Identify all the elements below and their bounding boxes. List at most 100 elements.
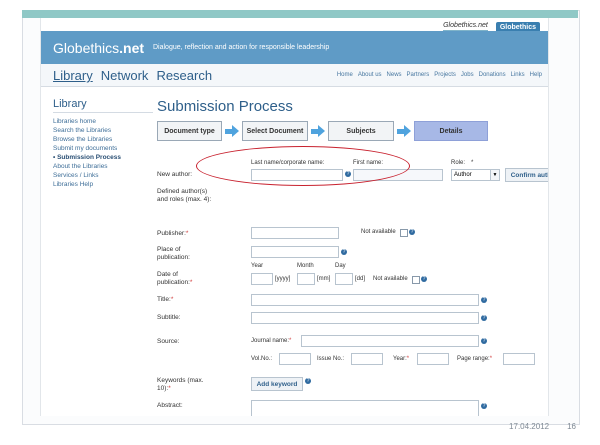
subtitle-input[interactable] — [251, 312, 479, 324]
source-label: Source: — [157, 338, 180, 345]
publisher-help-icon[interactable]: ? — [409, 229, 415, 235]
nav-jobs[interactable]: Jobs — [461, 72, 474, 78]
red-highlight-oval — [196, 146, 410, 186]
source-year-text: Year: — [393, 356, 407, 362]
step-details[interactable]: Details — [414, 121, 488, 141]
abstract-textarea[interactable] — [251, 400, 479, 416]
slide-date: 17.04.2012 — [509, 422, 550, 431]
site-tagline: Dialogue, reflection and action for resp… — [153, 44, 330, 51]
publisher-not-available-label: Not available — [361, 229, 396, 235]
step-subjects[interactable]: Subjects — [328, 121, 394, 141]
date-year-input[interactable] — [251, 273, 273, 285]
publisher-label: Publisher:* — [157, 230, 189, 237]
nav-help[interactable]: Help — [530, 72, 542, 78]
date-label: Date of publication:* — [157, 271, 193, 286]
sidebar-item-submit[interactable]: Submit my documents — [53, 144, 153, 153]
step-arrow-icon — [311, 125, 325, 137]
nav-links[interactable]: Links — [511, 72, 525, 78]
journal-name-text: Journal name: — [251, 338, 290, 344]
library-sidebar: Library Libraries home Search the Librar… — [53, 98, 153, 189]
slide-footer: 17.04.2012 16 — [509, 422, 576, 431]
nav-news[interactable]: News — [387, 72, 402, 78]
step-select-document[interactable]: Select Document — [242, 121, 308, 141]
subtitle-help-icon[interactable]: ? — [481, 315, 487, 321]
nav-projects[interactable]: Projects — [434, 72, 456, 78]
sidebar-item-libraries-home[interactable]: Libraries home — [53, 117, 153, 126]
date-day-label: Day — [335, 263, 346, 269]
date-not-available-label: Not available — [373, 276, 408, 282]
role-select[interactable]: Author — [451, 169, 491, 181]
source-year-input[interactable] — [417, 353, 449, 365]
step-arrow-icon — [397, 125, 411, 137]
title-input[interactable] — [251, 294, 479, 306]
place-help-icon[interactable]: ? — [341, 249, 347, 255]
place-input[interactable] — [251, 246, 339, 258]
date-day-input[interactable] — [335, 273, 353, 285]
date-help-icon[interactable]: ? — [421, 276, 427, 282]
date-yyyy-hint: [yyyy] — [275, 276, 291, 282]
date-mm-hint: [mm] — [317, 276, 331, 282]
title-label: Title:* — [157, 296, 174, 303]
submission-main: Submission Process Document type Select … — [157, 98, 548, 416]
role-label: Role: — [451, 160, 466, 166]
page-range-input[interactable] — [503, 353, 535, 365]
website-screenshot: Globethics.net Globethics Globethics.net… — [40, 18, 549, 416]
slide-page-number: 16 — [567, 422, 576, 431]
confirm-authors-button[interactable]: Confirm authors — [505, 168, 548, 182]
keywords-help-icon[interactable]: ? — [305, 378, 311, 384]
nav-research[interactable]: Research — [156, 68, 212, 83]
nav-library[interactable]: Library — [53, 68, 93, 83]
publisher-input[interactable] — [251, 227, 339, 239]
page-range-label: Page range:* — [457, 356, 493, 362]
publisher-not-available-checkbox[interactable] — [400, 229, 408, 237]
keywords-label: Keywords (max. 10):* — [157, 377, 204, 392]
date-month-label: Month — [297, 263, 314, 269]
place-label: Place of publication: — [157, 246, 190, 261]
main-nav: Library Network Research — [53, 68, 212, 83]
journal-name-label: Journal name:* — [251, 338, 292, 344]
sidebar-item-help[interactable]: Libraries Help — [53, 180, 153, 189]
slide-top-bar — [22, 10, 578, 18]
sidebar-item-submission-process[interactable]: • Submission Process — [53, 153, 153, 162]
title-label-text: Title: — [157, 296, 171, 303]
add-keyword-button[interactable]: Add keyword — [251, 377, 303, 391]
page-title: Submission Process — [157, 98, 293, 115]
brand-part-1: Globethics — [53, 40, 120, 56]
vol-no-label: Vol.No.: — [251, 356, 273, 362]
date-year-label: Year — [251, 263, 264, 269]
nav-donations[interactable]: Donations — [479, 72, 506, 78]
step-document-type[interactable]: Document type — [157, 121, 222, 141]
keywords-label-text: Keywords (max. 10): — [157, 377, 204, 392]
abstract-label: Abstract: — [157, 402, 183, 409]
step-arrow-icon — [225, 125, 239, 137]
nav-about-us[interactable]: About us — [358, 72, 382, 78]
issue-no-input[interactable] — [351, 353, 383, 365]
journal-name-input[interactable] — [301, 335, 479, 347]
submission-steps: Document type Select Document Subjects D… — [157, 121, 542, 141]
date-month-input[interactable] — [297, 273, 315, 285]
source-year-label: Year:* — [393, 356, 410, 362]
journal-name-help-icon[interactable]: ? — [481, 338, 487, 344]
page-range-text: Page range: — [457, 356, 490, 362]
sidebar-item-browse[interactable]: Browse the Libraries — [53, 135, 153, 144]
site-header: Globethics.net Dialogue, reflection and … — [41, 31, 548, 64]
nav-home[interactable]: Home — [337, 72, 353, 78]
publisher-label-text: Publisher: — [157, 230, 186, 237]
chevron-down-icon[interactable]: ▼ — [490, 169, 500, 181]
nav-network[interactable]: Network — [101, 68, 149, 83]
abstract-help-icon[interactable]: ? — [481, 403, 487, 409]
role-required-mark: * — [471, 160, 474, 166]
sidebar-item-about[interactable]: About the Libraries — [53, 162, 153, 171]
top-nav-links: Home About us News Partners Projects Job… — [337, 72, 542, 78]
sidebar-item-services[interactable]: Services / Links — [53, 171, 153, 180]
nav-partners[interactable]: Partners — [407, 72, 430, 78]
date-dd-hint: [dd] — [355, 276, 366, 282]
sidebar-item-search[interactable]: Search the Libraries — [53, 126, 153, 135]
vol-no-input[interactable] — [279, 353, 311, 365]
brand-logo[interactable]: Globethics.net — [53, 40, 144, 56]
brand-part-2: .net — [119, 40, 145, 56]
date-label-text: Date of publication: — [157, 271, 190, 286]
subtitle-label: Subtitle: — [157, 314, 181, 321]
date-not-available-checkbox[interactable] — [412, 276, 420, 284]
title-help-icon[interactable]: ? — [481, 297, 487, 303]
